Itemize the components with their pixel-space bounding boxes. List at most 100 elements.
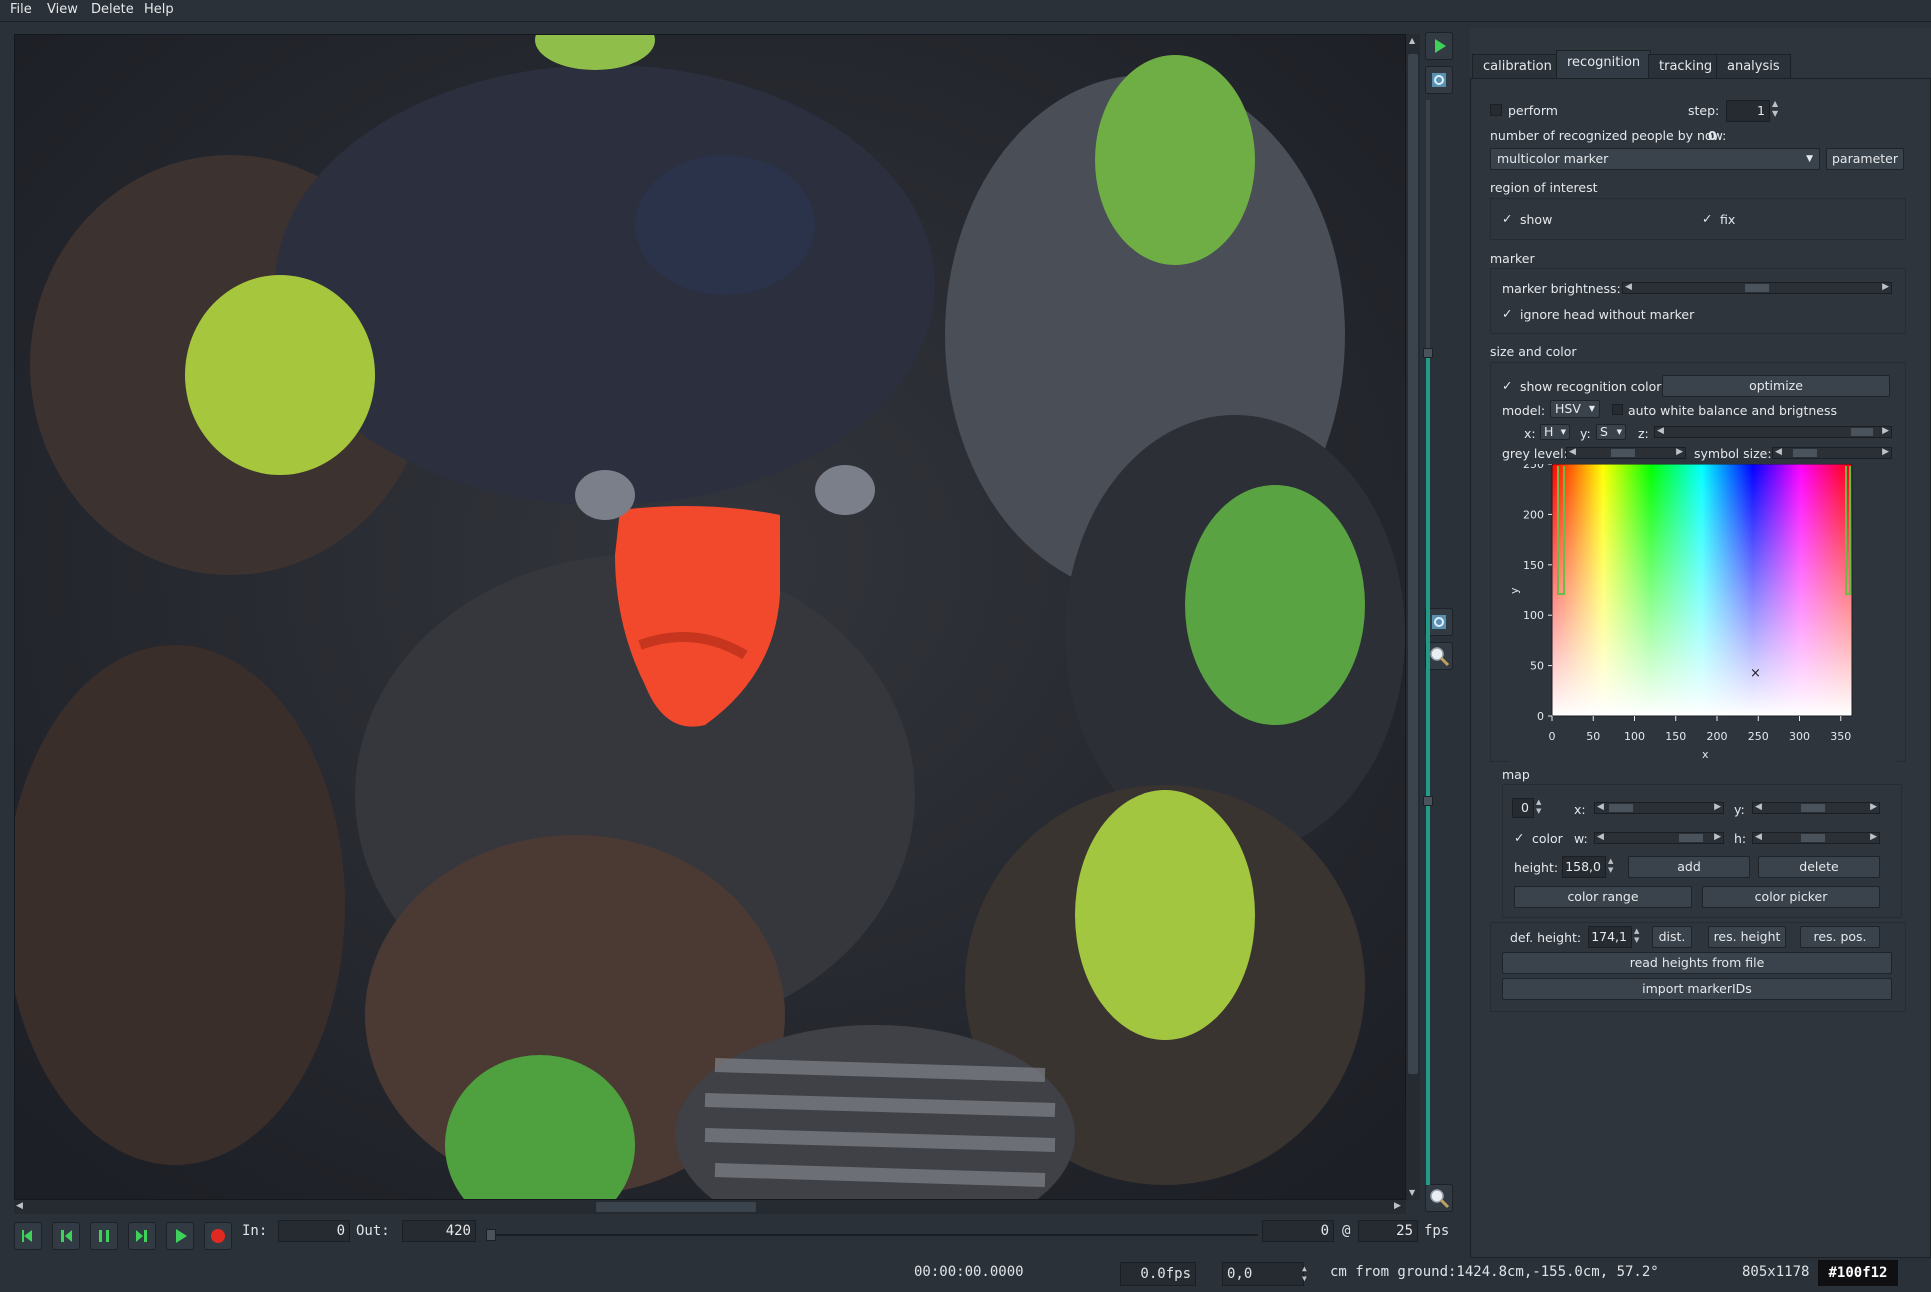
slider-right-arrow[interactable]: ▶ <box>1714 832 1721 842</box>
menu-delete[interactable]: Delete <box>91 2 134 17</box>
menu-file[interactable]: File <box>10 2 32 17</box>
scroll-handle[interactable] <box>596 1202 756 1212</box>
model-select[interactable]: HSV ▼ <box>1550 400 1600 418</box>
step-forward-button[interactable] <box>128 1222 156 1250</box>
slider-knob[interactable] <box>1611 449 1635 457</box>
res-pos-button[interactable]: res. pos. <box>1800 926 1880 948</box>
color-plot[interactable]: 250 200 150 100 50 0 0 50 100 150 200 250 300 350 × … <box>1508 458 1896 764</box>
slider-right-arrow[interactable]: ▶ <box>1882 447 1889 457</box>
slider-knob[interactable] <box>1609 804 1633 812</box>
y-axis-select[interactable]: S ▼ <box>1596 424 1626 440</box>
zoom-slider-fill[interactable] <box>1426 350 1430 1185</box>
color-range-button[interactable]: color range <box>1514 886 1692 908</box>
video-view[interactable] <box>14 34 1406 1200</box>
step-back-button[interactable] <box>52 1222 80 1250</box>
parameter-button[interactable]: parameter <box>1826 148 1904 170</box>
slider-right-arrow[interactable]: ▶ <box>1882 426 1889 436</box>
scroll-down-arrow[interactable]: ▼ <box>1409 1188 1415 1197</box>
frame-field[interactable]: 0 <box>1262 1220 1334 1242</box>
slider-left-arrow[interactable]: ◀ <box>1657 426 1664 436</box>
res-height-button[interactable]: res. height <box>1708 926 1786 948</box>
tab-analysis[interactable]: analysis <box>1716 54 1791 78</box>
menu-help[interactable]: Help <box>144 2 174 17</box>
tab-tracking[interactable]: tracking <box>1648 54 1724 78</box>
slider-knob[interactable] <box>1851 428 1873 436</box>
auto-wb-checkbox[interactable] <box>1612 404 1623 415</box>
map-h-slider[interactable]: ◀ ▶ <box>1752 832 1880 844</box>
map-x-slider[interactable]: ◀ ▶ <box>1594 802 1724 814</box>
scroll-handle[interactable] <box>1408 54 1418 1074</box>
slider-knob[interactable] <box>1801 834 1825 842</box>
roi-fix-checkbox[interactable]: ✓ <box>1702 211 1712 226</box>
out-value-field[interactable]: 420 <box>402 1220 476 1242</box>
height-spinbox[interactable]: 158,0 <box>1562 856 1606 878</box>
slider-left-arrow[interactable]: ◀ <box>1755 802 1762 812</box>
symbol-size-slider[interactable]: ◀ ▶ <box>1772 447 1892 459</box>
fps-field[interactable]: 25 <box>1358 1220 1418 1242</box>
step-spin-arrows[interactable]: ▲ ▼ <box>1772 99 1778 119</box>
play-tool-button[interactable] <box>1425 32 1453 60</box>
optimize-button[interactable]: optimize <box>1662 375 1890 397</box>
scroll-left-arrow[interactable]: ◀ <box>16 1201 23 1211</box>
map-color-checkbox[interactable]: ✓ <box>1514 830 1524 845</box>
menu-view[interactable]: View <box>47 2 78 17</box>
add-button[interactable]: add <box>1628 856 1750 878</box>
marker-brightness-slider[interactable]: ◀ ▶ <box>1622 282 1892 294</box>
refresh-tool-button[interactable] <box>1425 66 1453 94</box>
record-button[interactable] <box>204 1222 232 1250</box>
video-vertical-scrollbar[interactable]: ▲ ▼ <box>1406 34 1420 1200</box>
slider-right-arrow[interactable]: ▶ <box>1714 802 1721 812</box>
delete-button[interactable]: delete <box>1758 856 1880 878</box>
tab-calibration[interactable]: calibration <box>1472 54 1563 78</box>
def-height-spin-arrows[interactable]: ▲ ▼ <box>1634 927 1639 945</box>
map-y-slider[interactable]: ◀ ▶ <box>1752 802 1880 814</box>
slider-left-arrow[interactable]: ◀ <box>1755 832 1762 842</box>
slider-right-arrow[interactable]: ▶ <box>1870 802 1877 812</box>
in-value-field[interactable]: 0 <box>278 1220 350 1242</box>
method-select[interactable]: multicolor marker ▼ <box>1490 148 1820 170</box>
slider-knob[interactable] <box>1745 284 1769 292</box>
zoom-slider-track[interactable] <box>1426 100 1430 350</box>
ignore-head-checkbox[interactable]: ✓ <box>1502 306 1512 321</box>
import-markers-button[interactable]: import markerIDs <box>1502 978 1892 1000</box>
def-height-spinbox[interactable]: 174,1 <box>1588 926 1632 948</box>
zoom-tool-button-2[interactable] <box>1425 1184 1453 1212</box>
zoom-slider-knob[interactable] <box>1423 348 1433 358</box>
slider-left-arrow[interactable]: ◀ <box>1597 802 1604 812</box>
slider-left-arrow[interactable]: ◀ <box>1775 447 1782 457</box>
slider-right-arrow[interactable]: ▶ <box>1882 282 1889 292</box>
x-axis-select[interactable]: H ▼ <box>1540 424 1570 440</box>
dist-button[interactable]: dist. <box>1652 926 1692 948</box>
slider-right-arrow[interactable]: ▶ <box>1870 832 1877 842</box>
timeline-handle[interactable] <box>486 1229 496 1241</box>
slider-knob[interactable] <box>1679 834 1703 842</box>
tab-recognition[interactable]: recognition <box>1556 50 1652 78</box>
skip-back-button[interactable] <box>14 1222 42 1250</box>
scroll-up-arrow[interactable]: ▲ <box>1409 36 1415 45</box>
status-coord[interactable]: 0,0 <box>1222 1262 1304 1286</box>
roi-show-checkbox[interactable]: ✓ <box>1502 211 1512 226</box>
zoom-slider-knob[interactable] <box>1423 796 1433 806</box>
map-w-slider[interactable]: ◀ ▶ <box>1594 832 1724 844</box>
slider-left-arrow[interactable]: ◀ <box>1625 282 1632 292</box>
map-index-spin-arrows[interactable]: ▲ ▼ <box>1536 798 1541 816</box>
map-index-spinbox[interactable]: 0 <box>1512 798 1534 818</box>
color-picker-button[interactable]: color picker <box>1702 886 1880 908</box>
grey-level-slider[interactable]: ◀ ▶ <box>1566 447 1686 459</box>
slider-right-arrow[interactable]: ▶ <box>1676 447 1683 457</box>
scroll-right-arrow[interactable]: ▶ <box>1394 1201 1401 1211</box>
play-button[interactable] <box>166 1222 194 1250</box>
read-heights-button[interactable]: read heights from file <box>1502 952 1892 974</box>
coord-spin-arrows[interactable]: ▲ ▼ <box>1302 1264 1307 1284</box>
step-spinbox[interactable]: 1 <box>1726 100 1770 122</box>
height-spin-arrows[interactable]: ▲ ▼ <box>1608 857 1613 875</box>
slider-knob[interactable] <box>1801 804 1825 812</box>
video-horizontal-scrollbar[interactable]: ◀ ▶ <box>14 1200 1406 1214</box>
show-recog-color-checkbox[interactable]: ✓ <box>1502 378 1512 393</box>
slider-left-arrow[interactable]: ◀ <box>1597 832 1604 842</box>
pause-button[interactable] <box>90 1222 118 1250</box>
timeline-track[interactable] <box>488 1234 1258 1236</box>
slider-knob[interactable] <box>1793 449 1817 457</box>
perform-checkbox[interactable] <box>1490 104 1502 116</box>
z-slider[interactable]: ◀ ▶ <box>1654 426 1892 438</box>
